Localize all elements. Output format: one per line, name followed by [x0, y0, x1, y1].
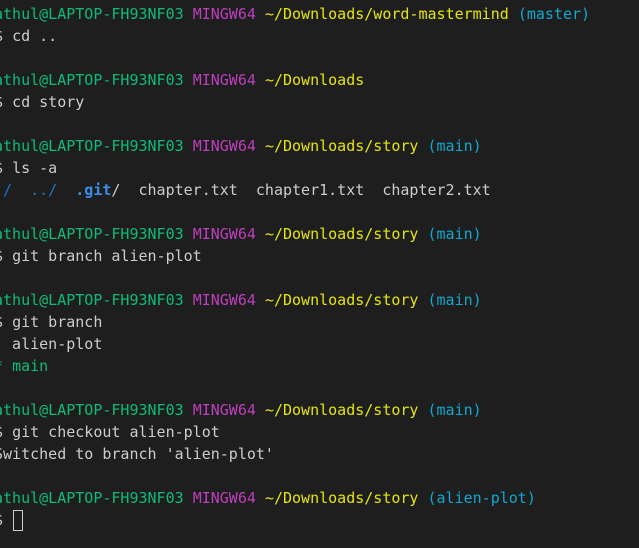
prompt-msystem: MINGW64	[192, 137, 256, 155]
branch-name: alien-plot	[0, 335, 103, 353]
prompt-user-host: athul@LAPTOP-FH93NF03	[0, 489, 184, 507]
prompt-user-host: athul@LAPTOP-FH93NF03	[0, 5, 184, 23]
command-line: $ git checkout alien-plot	[0, 421, 220, 443]
branch-list-item-current: * main	[0, 355, 48, 377]
branch-list-item: alien-plot	[0, 333, 102, 355]
prompt-branch: (main)	[427, 291, 482, 309]
prompt-branch: (main)	[427, 225, 482, 243]
prompt-line: athul@LAPTOP-FH93NF03 MINGW64 ~/Download…	[0, 135, 482, 157]
prompt-path: ~/Downloads/story	[264, 489, 419, 507]
file-entry: chapter.txt	[138, 181, 238, 199]
prompt-symbol: $	[0, 313, 3, 331]
file-entry: chapter2.txt	[382, 181, 491, 199]
prompt-user-host: athul@LAPTOP-FH93NF03	[0, 71, 184, 89]
dir-entry-current: ./	[0, 181, 13, 199]
command-text: git branch	[12, 313, 103, 331]
command-text: git checkout alien-plot	[12, 423, 220, 441]
prompt-branch: (main)	[427, 137, 482, 155]
prompt-msystem: MINGW64	[192, 291, 256, 309]
prompt-path: ~/Downloads	[264, 71, 365, 89]
dir-entry-git-suffix: /	[111, 181, 121, 199]
prompt-user-host: athul@LAPTOP-FH93NF03	[0, 225, 184, 243]
prompt-user-host: athul@LAPTOP-FH93NF03	[0, 291, 184, 309]
prompt-path: ~/Downloads/story	[264, 137, 419, 155]
prompt-symbol: $	[0, 93, 3, 111]
command-text: cd story	[12, 93, 85, 111]
prompt-path: ~/Downloads/story	[264, 225, 419, 243]
terminal-window[interactable]: athul@LAPTOP-FH93NF03 MINGW64 ~/Download…	[0, 0, 639, 548]
prompt-symbol: $	[0, 247, 3, 265]
prompt-user-host: athul@LAPTOP-FH93NF03	[0, 137, 184, 155]
prompt-branch: (master)	[517, 5, 591, 23]
prompt-path: ~/Downloads/word-mastermind	[264, 5, 509, 23]
current-branch-name: main	[12, 357, 49, 375]
prompt-msystem: MINGW64	[192, 225, 256, 243]
command-text: ls -a	[12, 159, 58, 177]
prompt-line: athul@LAPTOP-FH93NF03 MINGW64 ~/Download…	[0, 289, 482, 311]
prompt-symbol: $	[0, 159, 3, 177]
prompt-symbol: $	[0, 27, 3, 45]
prompt-path: ~/Downloads/story	[264, 401, 419, 419]
current-branch-marker: *	[0, 357, 12, 375]
prompt-line: athul@LAPTOP-FH93NF03 MINGW64 ~/Download…	[0, 487, 536, 509]
file-entry: chapter1.txt	[255, 181, 365, 199]
command-line: $ git branch alien-plot	[0, 245, 202, 267]
dir-entry-git: .git	[75, 181, 112, 199]
command-line: $ ls -a	[0, 157, 57, 179]
prompt-user-host: athul@LAPTOP-FH93NF03	[0, 401, 184, 419]
prompt-line: athul@LAPTOP-FH93NF03 MINGW64 ~/Download…	[0, 69, 364, 91]
prompt-msystem: MINGW64	[192, 5, 256, 23]
prompt-msystem: MINGW64	[192, 401, 256, 419]
active-command-line[interactable]: $	[0, 509, 24, 531]
command-line: $ cd story	[0, 91, 84, 113]
ls-output-line: ./ ../ .git/ chapter.txt chapter1.txt ch…	[0, 179, 491, 201]
command-text: cd ..	[12, 27, 58, 45]
command-line: $ cd ..	[0, 25, 57, 47]
prompt-msystem: MINGW64	[192, 489, 256, 507]
text-cursor[interactable]	[13, 510, 24, 531]
prompt-line: athul@LAPTOP-FH93NF03 MINGW64 ~/Download…	[0, 399, 482, 421]
prompt-line: athul@LAPTOP-FH93NF03 MINGW64 ~/Download…	[0, 223, 482, 245]
prompt-branch: (main)	[427, 401, 482, 419]
dir-entry-parent: ../	[30, 181, 58, 199]
command-text: git branch alien-plot	[12, 247, 202, 265]
command-line: $ git branch	[0, 311, 102, 333]
prompt-symbol: $	[0, 423, 3, 441]
prompt-path: ~/Downloads/story	[264, 291, 419, 309]
prompt-msystem: MINGW64	[192, 71, 256, 89]
prompt-symbol: $	[0, 511, 3, 529]
checkout-message: Switched to branch 'alien-plot'	[0, 445, 274, 463]
checkout-output: Switched to branch 'alien-plot'	[0, 443, 274, 465]
prompt-branch: (alien-plot)	[427, 489, 536, 507]
prompt-line: athul@LAPTOP-FH93NF03 MINGW64 ~/Download…	[0, 3, 590, 25]
